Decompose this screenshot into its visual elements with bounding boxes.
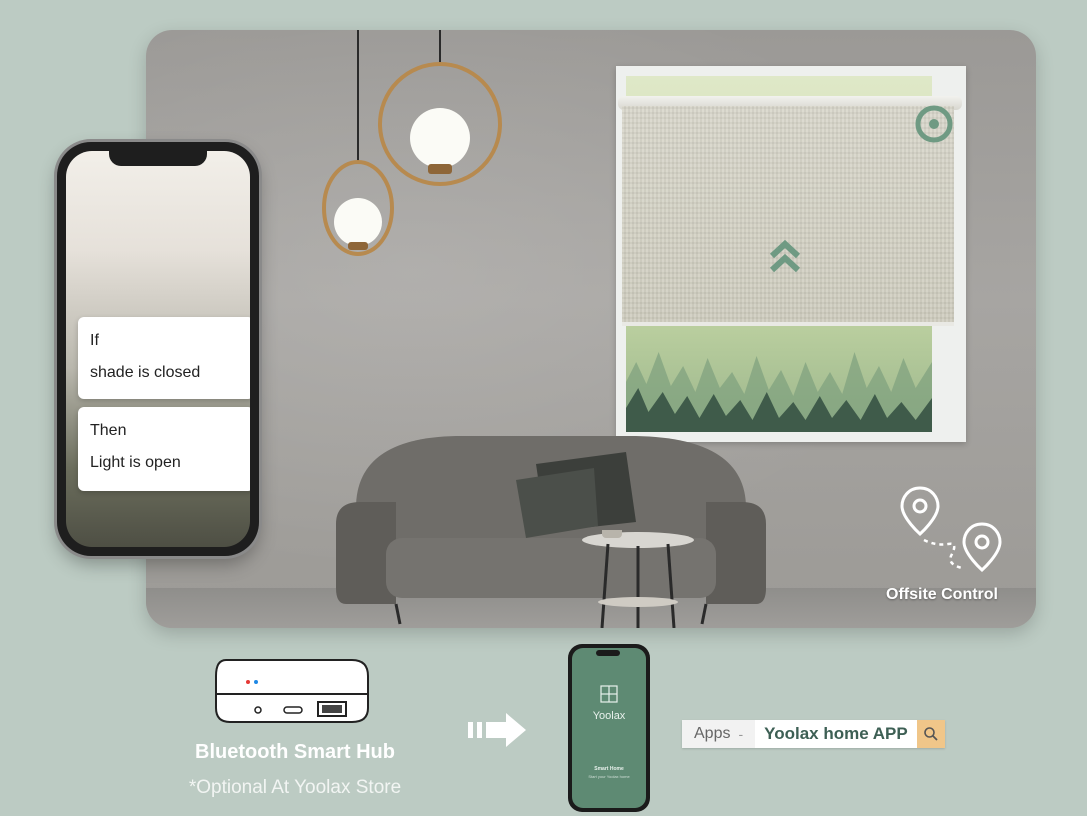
then-title: Then: [90, 422, 127, 439]
app-store-search-bar: Apps - Yoolax home APP: [682, 720, 945, 748]
app-tagline-sub: Start your Yoolax home: [588, 774, 630, 779]
window: [616, 66, 966, 442]
phone-screen: If shade is closed Then Light is open: [66, 151, 250, 547]
sofa: [336, 436, 766, 625]
side-table: [582, 530, 694, 628]
location-pin-icon: [900, 486, 1002, 573]
phone-notch: [109, 150, 207, 166]
then-action: Light is open: [90, 454, 181, 471]
hub-subtitle: *Optional At Yoolax Store: [188, 777, 402, 798]
search-icon: [923, 727, 938, 741]
smartphone-automation: If shade is closed Then Light is open: [57, 142, 259, 556]
arrow-right-icon: [468, 713, 526, 747]
yoolax-app-phone: Yoolax Smart Home Start your Yoolax home: [568, 644, 650, 812]
bluetooth-hub-device: [215, 659, 369, 723]
search-query: Yoolax home APP: [755, 720, 917, 748]
phone-dynamic-island: [596, 650, 620, 656]
automation-action-card: Then Light is open: [78, 407, 250, 491]
offsite-control-label: Offsite Control: [886, 586, 998, 603]
app-tagline: Smart Home: [594, 766, 624, 772]
forest-view: [626, 352, 932, 432]
if-title: If: [90, 332, 99, 349]
roller-shade: [622, 106, 954, 326]
automation-condition-card: If shade is closed: [78, 317, 250, 399]
app-brand: Yoolax: [592, 710, 626, 722]
if-condition: shade is closed: [90, 364, 201, 381]
shade-up-chevron-icon: [769, 239, 801, 273]
apps-separator: -: [738, 726, 744, 742]
hub-title: Bluetooth Smart Hub: [195, 741, 395, 763]
yoolax-logo-icon: [600, 685, 618, 703]
room-scene-image: Offsite Control: [146, 30, 1036, 628]
apps-category: Apps -: [682, 720, 756, 748]
search-button: [916, 720, 945, 748]
motor-target-icon: [915, 105, 953, 143]
pendant-lamps: [322, 30, 502, 256]
apps-label: Apps: [694, 725, 731, 742]
app-screen: Yoolax Smart Home Start your Yoolax home: [572, 648, 646, 808]
